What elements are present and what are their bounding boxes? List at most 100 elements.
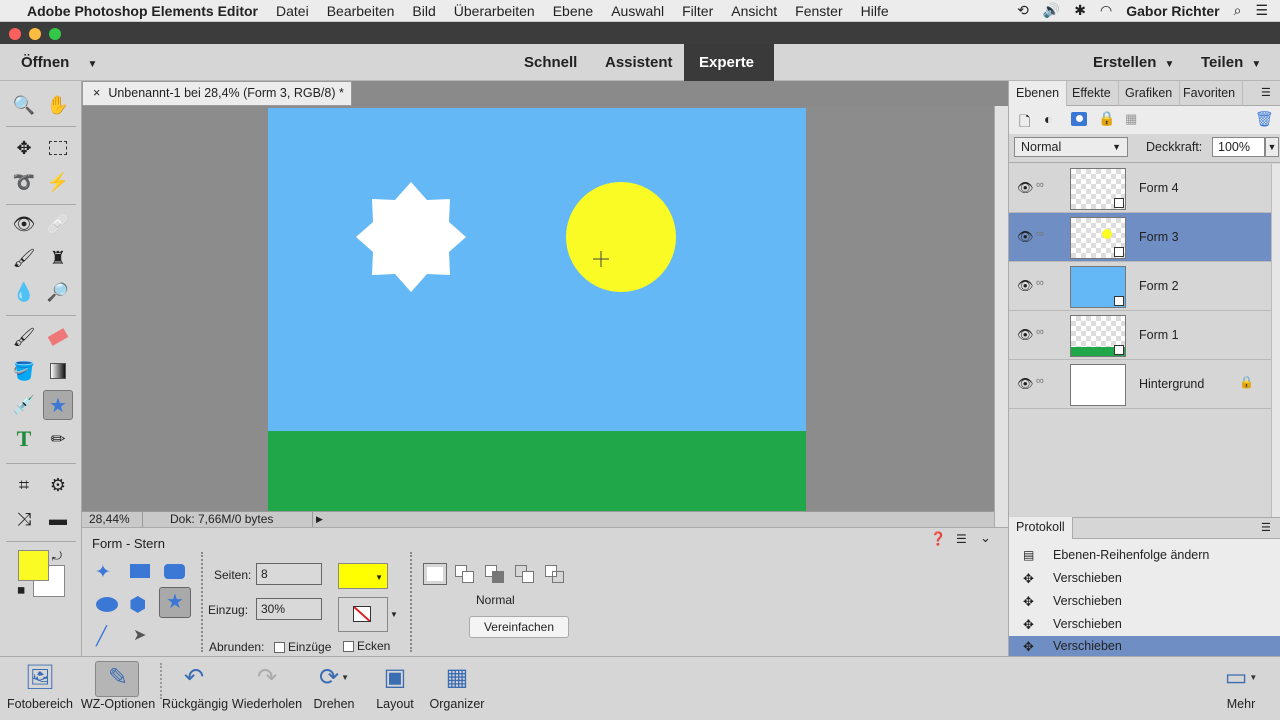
tab-grafiken[interactable]: Grafiken: [1118, 81, 1181, 106]
pencil-tool-icon[interactable]: ✏: [43, 424, 73, 454]
corners-checkbox[interactable]: Ecken: [343, 639, 390, 653]
panel-menu-icon[interactable]: ☰: [1261, 86, 1271, 99]
layers-scrollbar[interactable]: [1271, 164, 1280, 517]
menu-ebene[interactable]: Ebene: [544, 3, 602, 19]
eyedropper-tool-icon[interactable]: 💉: [9, 390, 39, 420]
content-aware-move-tool-icon[interactable]: ⤨: [9, 504, 39, 534]
history-item[interactable]: ✥ Verschieben: [1009, 567, 1280, 590]
canvas[interactable]: [82, 106, 994, 511]
link-icon[interactable]: ∞: [1036, 375, 1044, 387]
layer-row-form3[interactable]: 👁 ∞ Form 3: [1009, 213, 1280, 262]
straighten-tool-icon[interactable]: ▬: [43, 504, 73, 534]
eye-icon[interactable]: 👁: [1017, 278, 1034, 294]
gradient-tool-icon[interactable]: [43, 356, 73, 386]
menu-ueberarbeiten[interactable]: Überarbeiten: [445, 3, 544, 19]
mode-guided[interactable]: Assistent: [590, 44, 688, 81]
layer-row-form2[interactable]: 👁 ∞ Form 2: [1009, 262, 1280, 311]
polygon-shape-icon[interactable]: ⬢: [129, 592, 146, 617]
menu-auswahl[interactable]: Auswahl: [602, 3, 673, 19]
subtract-from-shape-icon[interactable]: [485, 565, 505, 583]
history-item[interactable]: ▤ Ebenen-Reihenfolge ändern: [1009, 544, 1280, 567]
tab-effekte[interactable]: Effekte: [1065, 81, 1119, 106]
star-shape-icon[interactable]: ★: [159, 587, 191, 618]
layer-name[interactable]: Form 3: [1139, 213, 1179, 262]
rotate-button[interactable]: ⟳ ▼ Drehen: [308, 657, 360, 720]
eye-icon[interactable]: 👁: [1017, 229, 1034, 245]
opacity-chevron-icon[interactable]: ▼: [1265, 137, 1279, 157]
share-button[interactable]: Teilen ▼: [1186, 44, 1276, 81]
menu-ansicht[interactable]: Ansicht: [722, 3, 786, 19]
opacity-input[interactable]: 100%: [1212, 137, 1265, 157]
default-colors-icon[interactable]: ◼: [17, 585, 25, 596]
tab-ebenen[interactable]: Ebenen: [1009, 81, 1068, 106]
eye-icon[interactable]: 👁: [1017, 376, 1034, 392]
open-button[interactable]: Öffnen ▼: [6, 44, 112, 81]
organizer-button[interactable]: ▦ Organizer: [426, 657, 488, 720]
swap-colors-icon[interactable]: ⤾: [52, 549, 62, 564]
menu-datei[interactable]: Datei: [267, 3, 318, 19]
sponge-tool-icon[interactable]: 🔎: [43, 277, 73, 307]
add-to-shape-icon[interactable]: [455, 565, 475, 583]
healing-brush-tool-icon[interactable]: 🩹: [43, 209, 73, 239]
menu-bearbeiten[interactable]: Bearbeiten: [318, 3, 404, 19]
minimize-window-icon[interactable]: [29, 28, 41, 40]
vertical-scrollbar[interactable]: [994, 106, 1008, 527]
type-tool-icon[interactable]: T: [9, 424, 39, 454]
help-icon[interactable]: ❓: [930, 531, 946, 547]
menu-fenster[interactable]: Fenster: [786, 3, 851, 19]
magic-wand-tool-icon[interactable]: ⚡: [43, 167, 73, 197]
layer-row-form4[interactable]: 👁 ∞ Form 4: [1009, 164, 1280, 213]
move-tool-icon[interactable]: ✥: [9, 133, 39, 163]
history-tab[interactable]: Protokoll: [1009, 517, 1073, 539]
undo-button[interactable]: ↶ Rückgängig: [162, 657, 228, 720]
ellipse-shape-icon[interactable]: [96, 597, 118, 612]
lock-transparency-icon[interactable]: ▦: [1125, 111, 1137, 127]
history-item-current[interactable]: ✥ Verschieben: [1009, 636, 1280, 656]
eye-icon[interactable]: 👁: [1017, 180, 1034, 196]
foreground-color-swatch[interactable]: [18, 550, 49, 581]
layer-row-background[interactable]: 👁 ∞ Hintergrund 🔒: [1009, 360, 1280, 409]
menu-bild[interactable]: Bild: [403, 3, 444, 19]
user-name[interactable]: Gabor Richter: [1126, 3, 1219, 19]
indents-checkbox[interactable]: Einzüge: [274, 640, 331, 654]
layer-mask-icon[interactable]: [1071, 112, 1087, 126]
more-button[interactable]: ▭ ▼ Mehr: [1218, 657, 1264, 720]
rounded-rectangle-icon[interactable]: [164, 564, 185, 579]
lock-all-icon[interactable]: 🔒: [1098, 110, 1115, 127]
clone-stamp-tool-icon[interactable]: ♜: [43, 243, 73, 273]
options-menu-icon[interactable]: ☰: [956, 532, 967, 546]
notification-icon[interactable]: ☰: [1255, 2, 1268, 19]
history-menu-icon[interactable]: ☰: [1261, 521, 1271, 534]
smart-brush-tool-icon[interactable]: 🖌: [9, 243, 39, 273]
layer-name[interactable]: Form 1: [1139, 311, 1179, 360]
stroke-menu-chevron-icon[interactable]: ▼: [390, 610, 398, 619]
app-name-menu[interactable]: Adobe Photoshop Elements Editor: [18, 3, 267, 19]
menu-hilfe[interactable]: Hilfe: [852, 3, 898, 19]
layer-name[interactable]: Form 2: [1139, 262, 1179, 311]
eye-icon[interactable]: 👁: [1017, 327, 1034, 343]
trash-icon[interactable]: 🗑: [1255, 110, 1274, 128]
layer-name[interactable]: Hintergrund: [1139, 360, 1204, 409]
intersect-shape-icon[interactable]: [515, 565, 535, 583]
link-icon[interactable]: ∞: [1036, 326, 1044, 338]
photo-bin-button[interactable]: 🖼 Fotobereich: [4, 657, 76, 720]
bluetooth-icon[interactable]: ✱: [1074, 2, 1086, 19]
menu-filter[interactable]: Filter: [673, 3, 722, 19]
link-icon[interactable]: ∞: [1036, 179, 1044, 191]
lasso-tool-icon[interactable]: ➰: [9, 167, 39, 197]
paint-bucket-tool-icon[interactable]: 🪣: [9, 356, 39, 386]
time-machine-icon[interactable]: ⟲: [1017, 2, 1029, 19]
fill-color-picker[interactable]: ▼: [338, 563, 388, 589]
close-window-icon[interactable]: [9, 28, 21, 40]
locked-layer-icon[interactable]: 🔒: [1239, 375, 1254, 389]
new-layer-icon[interactable]: 🗋: [1019, 111, 1030, 135]
mode-quick[interactable]: Schnell: [509, 44, 592, 81]
layer-row-form1[interactable]: 👁 ∞ Form 1: [1009, 311, 1280, 360]
blur-tool-icon[interactable]: 💧: [9, 277, 39, 307]
history-item[interactable]: ✥ Verschieben: [1009, 590, 1280, 613]
link-icon[interactable]: ∞: [1036, 277, 1044, 289]
shape-selection-icon[interactable]: ➤: [133, 625, 146, 645]
adjustment-layer-icon[interactable]: ◐: [1044, 111, 1052, 127]
custom-shape-icon[interactable]: ✦: [95, 561, 111, 584]
recompose-tool-icon[interactable]: ⚙: [43, 470, 73, 500]
